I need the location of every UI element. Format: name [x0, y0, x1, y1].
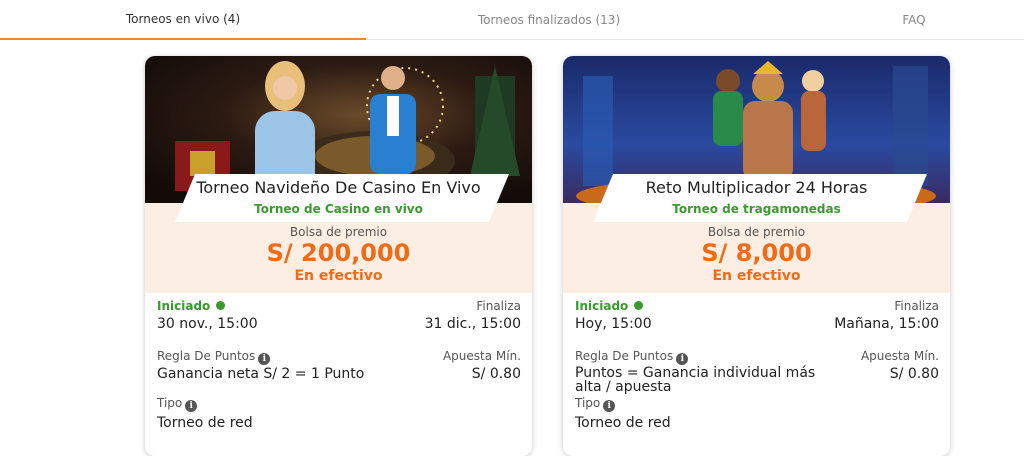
live-dot-icon	[216, 301, 226, 310]
info-icon[interactable]: i	[676, 353, 689, 365]
end-date: 31 dic., 15:00	[424, 316, 521, 332]
info-icon[interactable]: i	[258, 353, 271, 365]
points-rule-label: Regla De Puntos	[157, 349, 256, 363]
prize-pool-amount: S/ 8,000	[701, 239, 812, 267]
start-date: 30 nov., 15:00	[157, 316, 258, 332]
start-date: Hoy, 15:00	[575, 316, 652, 332]
tournament-card-live-casino[interactable]: Torneo Navideño De Casino En Vivo Torneo…	[145, 56, 532, 456]
tab-faq[interactable]: FAQ	[850, 0, 978, 40]
tournament-card-slots[interactable]: Reto Multiplicador 24 Horas Torneo de tr…	[563, 56, 950, 456]
min-bet-value: S/ 0.80	[889, 366, 939, 382]
end-date: Mañana, 15:00	[834, 316, 939, 332]
type-value: Torneo de red	[575, 415, 671, 431]
status-started: Iniciado	[157, 299, 226, 313]
tab-finished-tournaments[interactable]: Torneos finalizados (13)	[366, 0, 732, 40]
type-label: Tipo	[575, 396, 601, 410]
tournament-title: Torneo Navideño De Casino En Vivo	[196, 178, 481, 197]
type-value: Torneo de red	[157, 415, 253, 431]
type-label-row: Tipo i	[575, 396, 616, 412]
points-rule-label-row: Regla De Puntos i	[157, 349, 271, 365]
type-label-row: Tipo i	[157, 396, 198, 412]
prize-type: En efectivo	[294, 268, 383, 284]
status-started: Iniciado	[575, 299, 644, 313]
end-label: Finaliza	[894, 299, 939, 313]
status-label: Iniciado	[157, 299, 211, 313]
prize-pool-label: Bolsa de premio	[289, 225, 388, 239]
min-bet-value: S/ 0.80	[471, 366, 521, 382]
points-rule-value: Ganancia neta S/ 2 = 1 Punto	[157, 366, 365, 382]
tournament-category: Torneo de tragamonedas	[672, 202, 841, 216]
tournament-title: Reto Multiplicador 24 Horas	[645, 178, 868, 197]
end-label: Finaliza	[476, 299, 521, 313]
tournament-category: Torneo de Casino en vivo	[254, 202, 423, 216]
prize-pool-label: Bolsa de premio	[707, 225, 806, 239]
min-bet-label: Apuesta Mín.	[860, 349, 939, 363]
info-icon[interactable]: i	[603, 400, 616, 412]
live-dot-icon	[634, 301, 644, 310]
tab-live-tournaments[interactable]: Torneos en vivo (4)	[0, 0, 366, 40]
points-rule-label: Regla De Puntos	[575, 349, 674, 363]
status-label: Iniciado	[575, 299, 629, 313]
prize-type: En efectivo	[712, 268, 801, 284]
info-icon[interactable]: i	[185, 400, 198, 412]
points-rule-label-row: Regla De Puntos i	[575, 349, 689, 365]
tournament-tabs: Torneos en vivo (4) Torneos finalizados …	[0, 0, 1024, 40]
type-label: Tipo	[157, 396, 183, 410]
min-bet-label: Apuesta Mín.	[442, 349, 521, 363]
points-rule-value: Puntos = Ganancia individual más alta / …	[575, 365, 816, 395]
prize-pool-amount: S/ 200,000	[266, 239, 411, 267]
